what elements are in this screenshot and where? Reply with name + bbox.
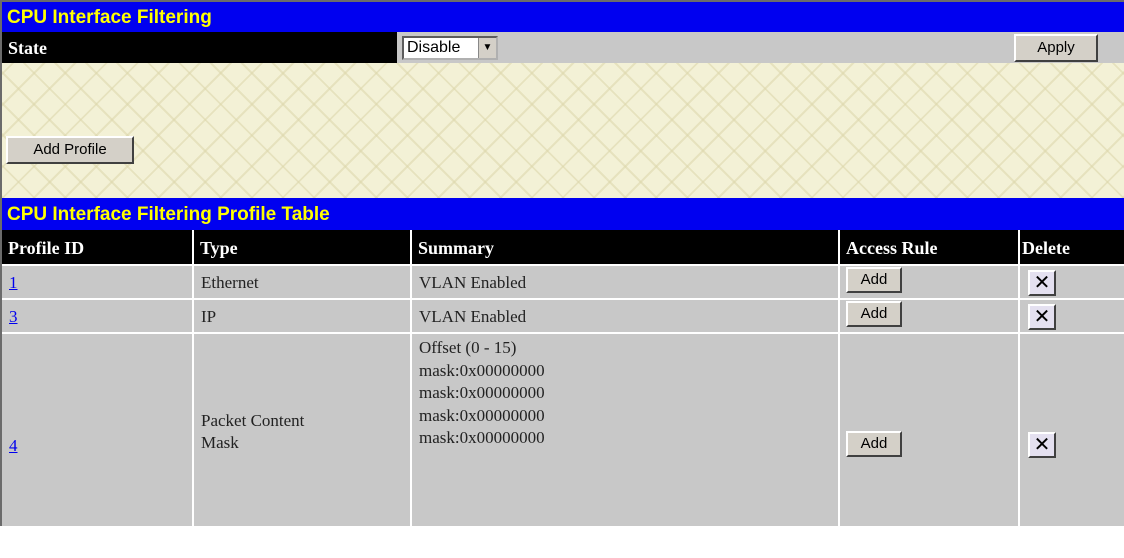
profile-id-cell: 4 bbox=[2, 334, 192, 526]
type-cell: Ethernet bbox=[194, 266, 410, 298]
profile-id-link[interactable]: 1 bbox=[9, 273, 18, 292]
close-icon[interactable]: ✕ bbox=[1028, 270, 1056, 296]
column-header-type: Type bbox=[194, 230, 410, 264]
column-header-access-rule: Access Rule bbox=[840, 230, 1018, 264]
profile-id-cell: 1 bbox=[2, 266, 192, 298]
summary-line: Offset (0 - 15) bbox=[419, 338, 517, 357]
background-pattern bbox=[2, 63, 1124, 198]
profile-id-link[interactable]: 4 bbox=[9, 436, 18, 455]
profile-table-title: CPU Interface Filtering Profile Table bbox=[2, 198, 1124, 230]
type-cell: IP bbox=[194, 300, 410, 332]
apply-button[interactable]: Apply bbox=[1014, 34, 1098, 62]
type-text: Packet Content Mask bbox=[201, 411, 305, 452]
profile-id-link[interactable]: 3 bbox=[9, 307, 18, 326]
state-select[interactable]: Disable ▼ bbox=[402, 36, 498, 60]
add-access-rule-button[interactable]: Add bbox=[846, 267, 902, 293]
profile-id-cell: 3 bbox=[2, 300, 192, 332]
close-icon[interactable]: ✕ bbox=[1028, 432, 1056, 458]
access-rule-cell bbox=[840, 334, 1018, 526]
page-title: CPU Interface Filtering bbox=[2, 2, 1124, 32]
summary-line: mask:0x00000000 bbox=[419, 428, 545, 447]
state-select-value: Disable bbox=[407, 39, 461, 56]
summary-cell: VLAN Enabled bbox=[412, 266, 838, 298]
summary-cell: Offset (0 - 15) mask:0x00000000 mask:0x0… bbox=[412, 334, 838, 526]
summary-line: mask:0x00000000 bbox=[419, 360, 545, 380]
delete-cell bbox=[1020, 334, 1124, 526]
add-access-rule-button[interactable]: Add bbox=[846, 431, 902, 457]
summary-line: mask:0x00000000 bbox=[419, 405, 545, 425]
summary-line: mask:0x00000000 bbox=[419, 383, 545, 402]
add-access-rule-button[interactable]: Add bbox=[846, 301, 902, 327]
type-cell: Packet Content Mask bbox=[194, 334, 410, 526]
column-header-delete: Delete bbox=[1020, 230, 1124, 264]
column-header-profile-id: Profile ID bbox=[2, 230, 192, 264]
column-header-summary: Summary bbox=[412, 230, 838, 264]
close-icon[interactable]: ✕ bbox=[1028, 304, 1056, 330]
chevron-down-icon[interactable]: ▼ bbox=[478, 38, 496, 58]
state-label: State bbox=[2, 32, 397, 63]
summary-cell: VLAN Enabled bbox=[412, 300, 838, 332]
add-profile-button[interactable]: Add Profile bbox=[6, 136, 134, 164]
